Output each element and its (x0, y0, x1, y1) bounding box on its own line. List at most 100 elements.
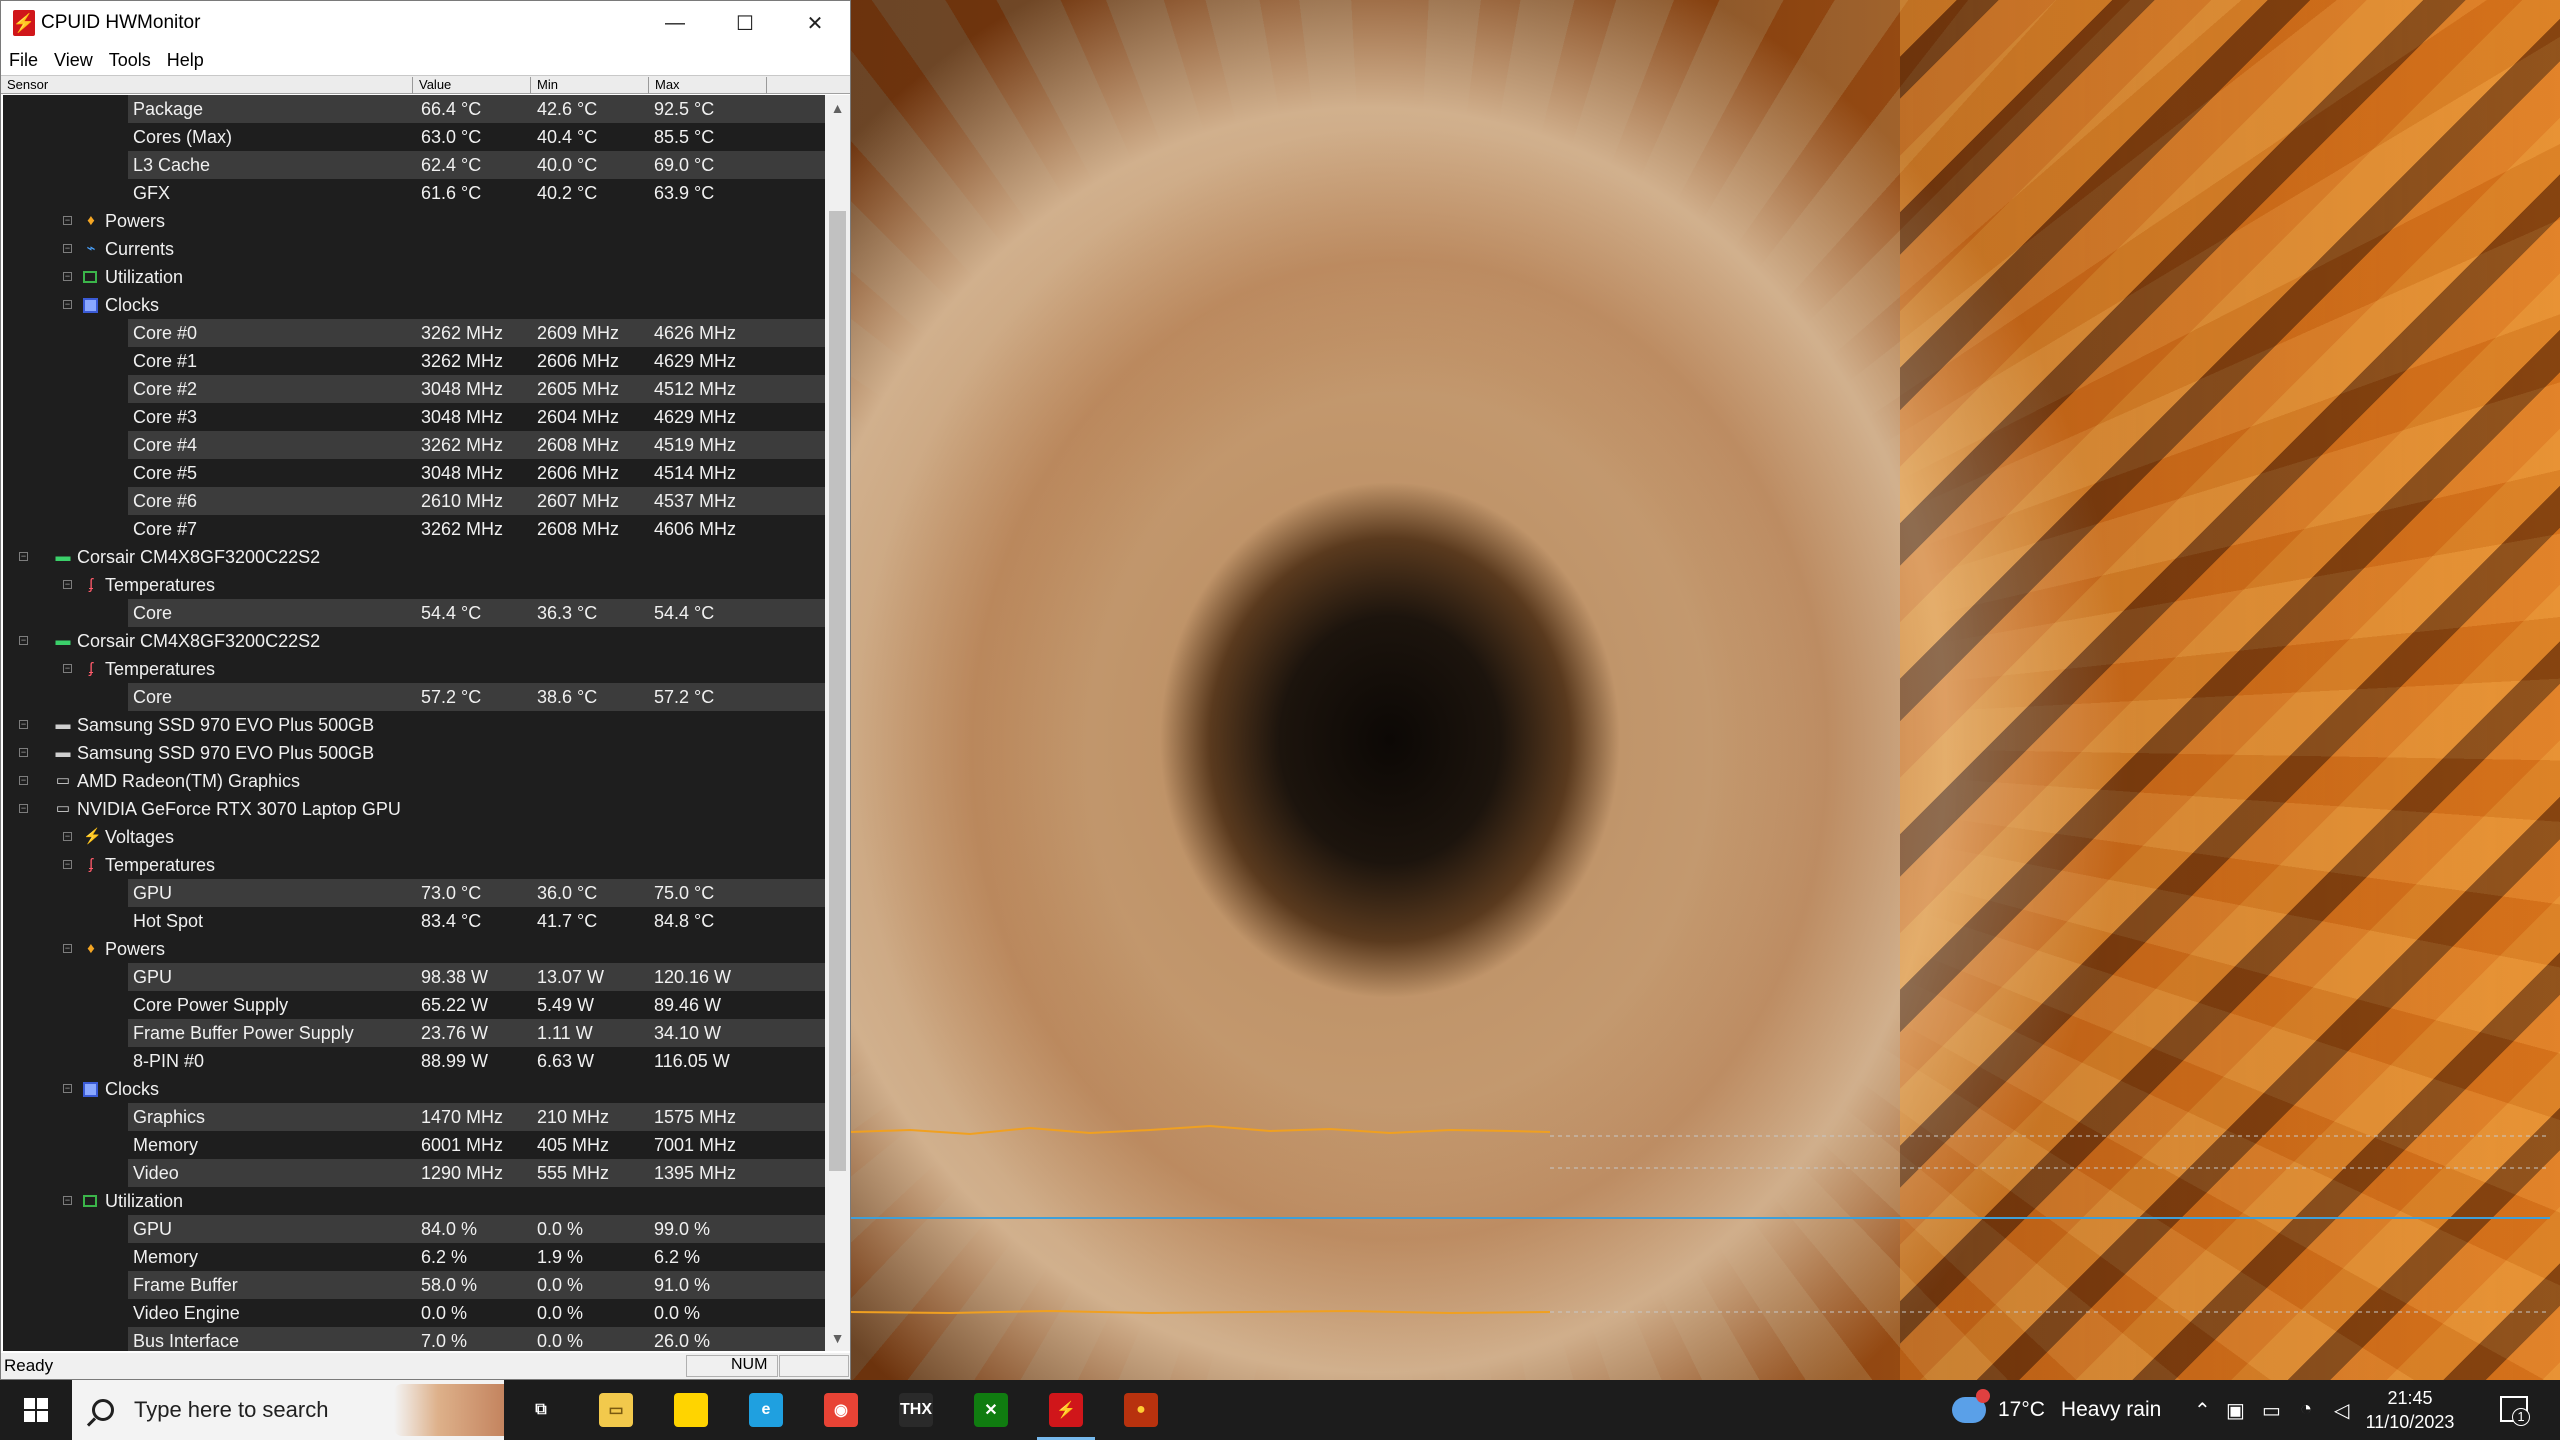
chrome-taskbar-button[interactable]: ◉ (804, 1380, 878, 1440)
system-clock[interactable]: 21:45 11/10/2023 (2360, 1386, 2460, 1434)
sensor-row[interactable]: Core #7 3262 MHz 2608 MHz 4606 MHz (3, 515, 825, 543)
sensor-row[interactable]: Core Power Supply 65.22 W 5.49 W 89.46 W (3, 991, 825, 1019)
sensor-row[interactable]: − Clocks (3, 1075, 825, 1103)
sensor-row[interactable]: Hot Spot 83.4 °C 41.7 °C 84.8 °C (3, 907, 825, 935)
sensor-row[interactable]: Core 57.2 °C 38.6 °C 57.2 °C (3, 683, 825, 711)
sensor-row[interactable]: Package 66.4 °C 42.6 °C 92.5 °C (3, 95, 825, 123)
show-hidden-icons-chevron-icon[interactable]: ⌃ (2194, 1398, 2211, 1423)
sensor-row[interactable]: − ♦ Powers (3, 935, 825, 963)
thx-taskbar-button[interactable]: THX (879, 1380, 953, 1440)
collapse-toggle-icon[interactable]: − (63, 300, 72, 309)
sensor-row[interactable]: − ʄ Temperatures (3, 655, 825, 683)
volume-icon[interactable]: ◁ (2334, 1398, 2349, 1423)
edge-taskbar-button[interactable]: e (729, 1380, 803, 1440)
sensor-row[interactable]: GFX 61.6 °C 40.2 °C 63.9 °C (3, 179, 825, 207)
xbox-taskbar-button[interactable]: ✕ (954, 1380, 1028, 1440)
collapse-toggle-icon[interactable]: − (63, 580, 72, 589)
sensor-row[interactable]: − ▬ Samsung SSD 970 EVO Plus 500GB (3, 711, 825, 739)
sensor-row[interactable]: − ⌁ Currents (3, 235, 825, 263)
sensor-row[interactable]: Core #1 3262 MHz 2606 MHz 4629 MHz (3, 347, 825, 375)
start-button[interactable] (0, 1380, 72, 1440)
collapse-toggle-icon[interactable]: − (63, 664, 72, 673)
sensor-row[interactable]: − Utilization (3, 1187, 825, 1215)
close-button[interactable]: ✕ (780, 1, 850, 45)
menu-view[interactable]: View (54, 50, 93, 71)
collapse-toggle-icon[interactable]: − (63, 244, 72, 253)
sensor-row[interactable]: Bus Interface 7.0 % 0.0 % 26.0 % (3, 1327, 825, 1351)
maximize-button[interactable]: ☐ (710, 1, 780, 45)
file-explorer-taskbar-button[interactable]: ▭ (579, 1380, 653, 1440)
hwmonitor-window[interactable]: ⚡ CPUID HWMonitor — ☐ ✕ File View Tools … (0, 0, 851, 1380)
sensor-row[interactable]: Memory 6.2 % 1.9 % 6.2 % (3, 1243, 825, 1271)
sensor-row[interactable]: − ▭ NVIDIA GeForce RTX 3070 Laptop GPU (3, 795, 825, 823)
sensor-row[interactable]: − Clocks (3, 291, 825, 319)
taskbar-search[interactable]: Type here to search (72, 1380, 504, 1440)
menu-tools[interactable]: Tools (109, 50, 151, 71)
scroll-down-arrow-icon[interactable]: ▼ (825, 1325, 850, 1351)
wifi-icon[interactable]: ◔ (2300, 1398, 2312, 1421)
sensor-row[interactable]: Video Engine 0.0 % 0.0 % 0.0 % (3, 1299, 825, 1327)
task-view-taskbar-button[interactable]: ⧉ (504, 1380, 578, 1440)
sensor-row[interactable]: − Utilization (3, 263, 825, 291)
sensor-row[interactable]: Core #2 3048 MHz 2605 MHz 4512 MHz (3, 375, 825, 403)
collapse-toggle-icon[interactable]: − (19, 748, 28, 757)
collapse-toggle-icon[interactable]: − (19, 636, 28, 645)
collapse-toggle-icon[interactable]: − (63, 1084, 72, 1093)
scroll-thumb[interactable] (829, 211, 846, 1171)
collapse-toggle-icon[interactable]: − (19, 720, 28, 729)
sensor-row[interactable]: − ⚡ Voltages (3, 823, 825, 851)
sensor-row[interactable]: − ▭ AMD Radeon(TM) Graphics (3, 767, 825, 795)
furmark-taskbar-button[interactable]: ● (1104, 1380, 1178, 1440)
sensor-name: Graphics (133, 1107, 206, 1127)
column-value[interactable]: Value (413, 77, 531, 94)
sensor-row[interactable]: Core #3 3048 MHz 2604 MHz 4629 MHz (3, 403, 825, 431)
weather-widget[interactable]: 17°C Heavy rain (1952, 1380, 2161, 1440)
collapse-toggle-icon[interactable]: − (63, 216, 72, 225)
sensor-row[interactable]: − ▬ Samsung SSD 970 EVO Plus 500GB (3, 739, 825, 767)
sticky-notes-taskbar-button[interactable] (654, 1380, 728, 1440)
sensor-row[interactable]: Memory 6001 MHz 405 MHz 7001 MHz (3, 1131, 825, 1159)
hwmonitor-taskbar-button[interactable]: ⚡ (1029, 1380, 1103, 1440)
sensor-row[interactable]: Core #4 3262 MHz 2608 MHz 4519 MHz (3, 431, 825, 459)
collapse-toggle-icon[interactable]: − (63, 832, 72, 841)
sensor-row[interactable]: L3 Cache 62.4 °C 40.0 °C 69.0 °C (3, 151, 825, 179)
collapse-toggle-icon[interactable]: − (19, 804, 28, 813)
menu-help[interactable]: Help (167, 50, 204, 71)
sensor-row[interactable]: − ʄ Temperatures (3, 851, 825, 879)
sensor-row[interactable]: Core 54.4 °C 36.3 °C 54.4 °C (3, 599, 825, 627)
sensor-row[interactable]: Core #6 2610 MHz 2607 MHz 4537 MHz (3, 487, 825, 515)
sensor-row[interactable]: − ♦ Powers (3, 207, 825, 235)
sensor-row[interactable]: Graphics 1470 MHz 210 MHz 1575 MHz (3, 1103, 825, 1131)
column-max[interactable]: Max (649, 77, 767, 94)
minimize-button[interactable]: — (640, 1, 710, 45)
sensor-row[interactable]: Video 1290 MHz 555 MHz 1395 MHz (3, 1159, 825, 1187)
collapse-toggle-icon[interactable]: − (63, 272, 72, 281)
sensor-row[interactable]: Frame Buffer 58.0 % 0.0 % 91.0 % (3, 1271, 825, 1299)
sensor-row[interactable]: GPU 73.0 °C 36.0 °C 75.0 °C (3, 879, 825, 907)
column-sensor[interactable]: Sensor (1, 77, 413, 94)
sensor-row[interactable]: Cores (Max) 63.0 °C 40.4 °C 85.5 °C (3, 123, 825, 151)
sensor-row[interactable]: 8-PIN #0 88.99 W 6.63 W 116.05 W (3, 1047, 825, 1075)
collapse-toggle-icon[interactable]: − (19, 552, 28, 561)
sensor-row[interactable]: − ▬ Corsair CM4X8GF3200C22S2 (3, 543, 825, 571)
scroll-up-arrow-icon[interactable]: ▲ (825, 95, 850, 121)
sensor-row[interactable]: Core #5 3048 MHz 2606 MHz 4514 MHz (3, 459, 825, 487)
sensor-row[interactable]: GPU 98.38 W 13.07 W 120.16 W (3, 963, 825, 991)
sensor-row[interactable]: Core #0 3262 MHz 2609 MHz 4626 MHz (3, 319, 825, 347)
column-min[interactable]: Min (531, 77, 649, 94)
vertical-scrollbar[interactable]: ▲ ▼ (825, 95, 850, 1351)
collapse-toggle-icon[interactable]: − (19, 776, 28, 785)
sensor-row[interactable]: GPU 84.0 % 0.0 % 99.0 % (3, 1215, 825, 1243)
sensor-row[interactable]: Frame Buffer Power Supply 23.76 W 1.11 W 34… (3, 1019, 825, 1047)
collapse-toggle-icon[interactable]: − (63, 860, 72, 869)
sensor-row[interactable]: − ▬ Corsair CM4X8GF3200C22S2 (3, 627, 825, 655)
collapse-toggle-icon[interactable]: − (63, 1196, 72, 1205)
battery-icon[interactable]: ▭ (2262, 1398, 2281, 1423)
collapse-toggle-icon[interactable]: − (63, 944, 72, 953)
menu-file[interactable]: File (9, 50, 38, 71)
sensor-row[interactable]: − ʄ Temperatures (3, 571, 825, 599)
sensor-value: 1470 MHz (421, 1107, 504, 1127)
title-bar[interactable]: ⚡ CPUID HWMonitor — ☐ ✕ (1, 1, 850, 45)
tray-app-icon[interactable]: ▣ (2226, 1398, 2245, 1423)
sensor-tree[interactable]: Package 66.4 °C 42.6 °C 92.5 °C Cores (Max) 6… (3, 95, 825, 1351)
